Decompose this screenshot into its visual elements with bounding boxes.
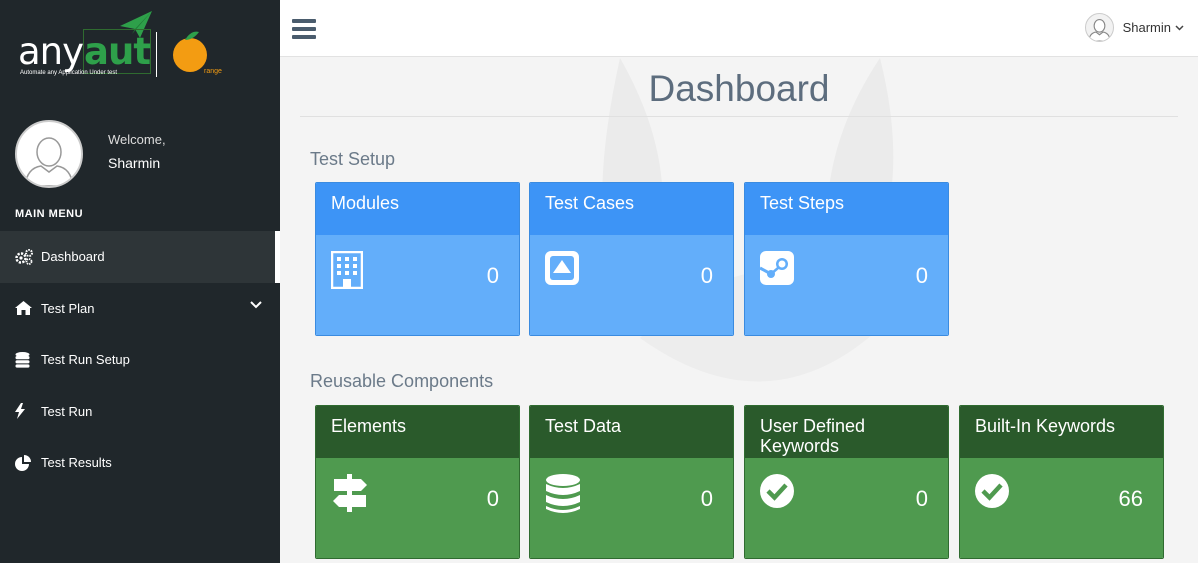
sidebar-item-label: Test Plan	[41, 300, 95, 316]
card-count: 0	[700, 486, 713, 511]
sidebar-item-test-results[interactable]: Test Results	[0, 437, 280, 489]
brand-name: anyaut	[18, 29, 152, 74]
card-test-steps[interactable]: Test Steps 0	[744, 182, 949, 336]
profile-name: Sharmin	[108, 155, 161, 171]
steam-icon	[760, 251, 794, 285]
card-test-data[interactable]: Test Data 0	[529, 405, 734, 559]
sidebar: anyaut Automate any Application Under te…	[0, 0, 280, 563]
user-name: Sharmin	[1122, 20, 1171, 35]
caret-square-up-icon	[545, 251, 579, 285]
gears-icon	[15, 248, 41, 265]
sidebar-item-dashboard[interactable]: Dashboard	[0, 231, 280, 283]
sidebar-item-test-plan[interactable]: Test Plan	[0, 283, 280, 335]
user-avatar-icon	[1087, 19, 1111, 41]
sidebar-item-label: Test Results	[41, 455, 112, 471]
card-count: 0	[700, 263, 713, 288]
orange-logo-icon	[173, 38, 207, 72]
partner-label: range	[204, 68, 222, 75]
card-count: 0	[915, 486, 928, 511]
logo-divider	[156, 32, 157, 77]
chevron-down-icon	[1175, 24, 1184, 31]
database-icon	[15, 351, 41, 368]
sidebar-item-test-run-setup[interactable]: Test Run Setup	[0, 334, 280, 386]
card-count: 0	[486, 486, 499, 511]
user-dropdown[interactable]: Sharmin	[1084, 13, 1184, 42]
sidebar-item-label: Test Run	[41, 403, 93, 419]
user-profile: Welcome, Sharmin	[15, 120, 166, 188]
sidebar-item-label: Dashboard	[41, 249, 105, 265]
sidebar-item-label: Test Run Setup	[41, 352, 130, 368]
card-title: Test Data	[530, 406, 733, 458]
card-title: Modules	[316, 183, 519, 235]
card-title: Built-In Keywords	[960, 406, 1163, 458]
card-elements[interactable]: Elements 0	[315, 405, 520, 559]
card-title: Test Cases	[530, 183, 733, 235]
card-built-in-keywords[interactable]: Built-In Keywords 66	[959, 405, 1164, 559]
card-count: 66	[1118, 486, 1143, 511]
card-count: 0	[486, 263, 499, 288]
card-count: 0	[915, 263, 928, 288]
section-title-test-setup: Test Setup	[310, 149, 396, 169]
card-title: Test Steps	[745, 183, 948, 235]
brand-tagline: Automate any Application Under test	[20, 70, 118, 76]
brand-logo[interactable]: anyaut Automate any Application Under te…	[18, 10, 258, 85]
card-title: Elements	[316, 406, 519, 458]
building-icon	[331, 251, 363, 289]
main-menu-title: MAIN MENU	[15, 208, 84, 220]
bolt-icon	[15, 403, 41, 420]
title-divider	[300, 116, 1178, 117]
sidebar-item-test-run[interactable]: Test Run	[0, 386, 280, 438]
menu-toggle-icon[interactable]	[292, 19, 316, 39]
card-title: User Defined Keywords	[745, 406, 948, 458]
card-modules[interactable]: Modules 0	[315, 182, 520, 336]
check-circle-icon	[760, 474, 794, 508]
card-test-cases[interactable]: Test Cases 0	[529, 182, 734, 336]
avatar[interactable]	[15, 120, 83, 188]
database-icon	[546, 474, 580, 513]
signpost-icon	[333, 474, 367, 512]
avatar	[1084, 13, 1114, 42]
card-user-defined-keywords[interactable]: User Defined Keywords 0	[744, 405, 949, 559]
main-content: Dashboard Test Setup Modules 0 Test Case…	[280, 58, 1198, 563]
section-title-reusable-components: Reusable Components	[310, 371, 494, 391]
pie-chart-icon	[15, 454, 41, 471]
chevron-down-icon	[250, 300, 262, 308]
welcome-text: Welcome,	[108, 132, 166, 147]
leaf-icon	[185, 31, 199, 40]
user-avatar-icon	[24, 137, 74, 186]
check-circle-icon	[975, 474, 1009, 508]
top-navbar: Sharmin	[280, 0, 1198, 57]
main-menu: Dashboard Test Plan Test Run Setup Test …	[0, 231, 280, 489]
page-title: Dashboard	[648, 68, 830, 109]
home-icon	[15, 301, 41, 316]
